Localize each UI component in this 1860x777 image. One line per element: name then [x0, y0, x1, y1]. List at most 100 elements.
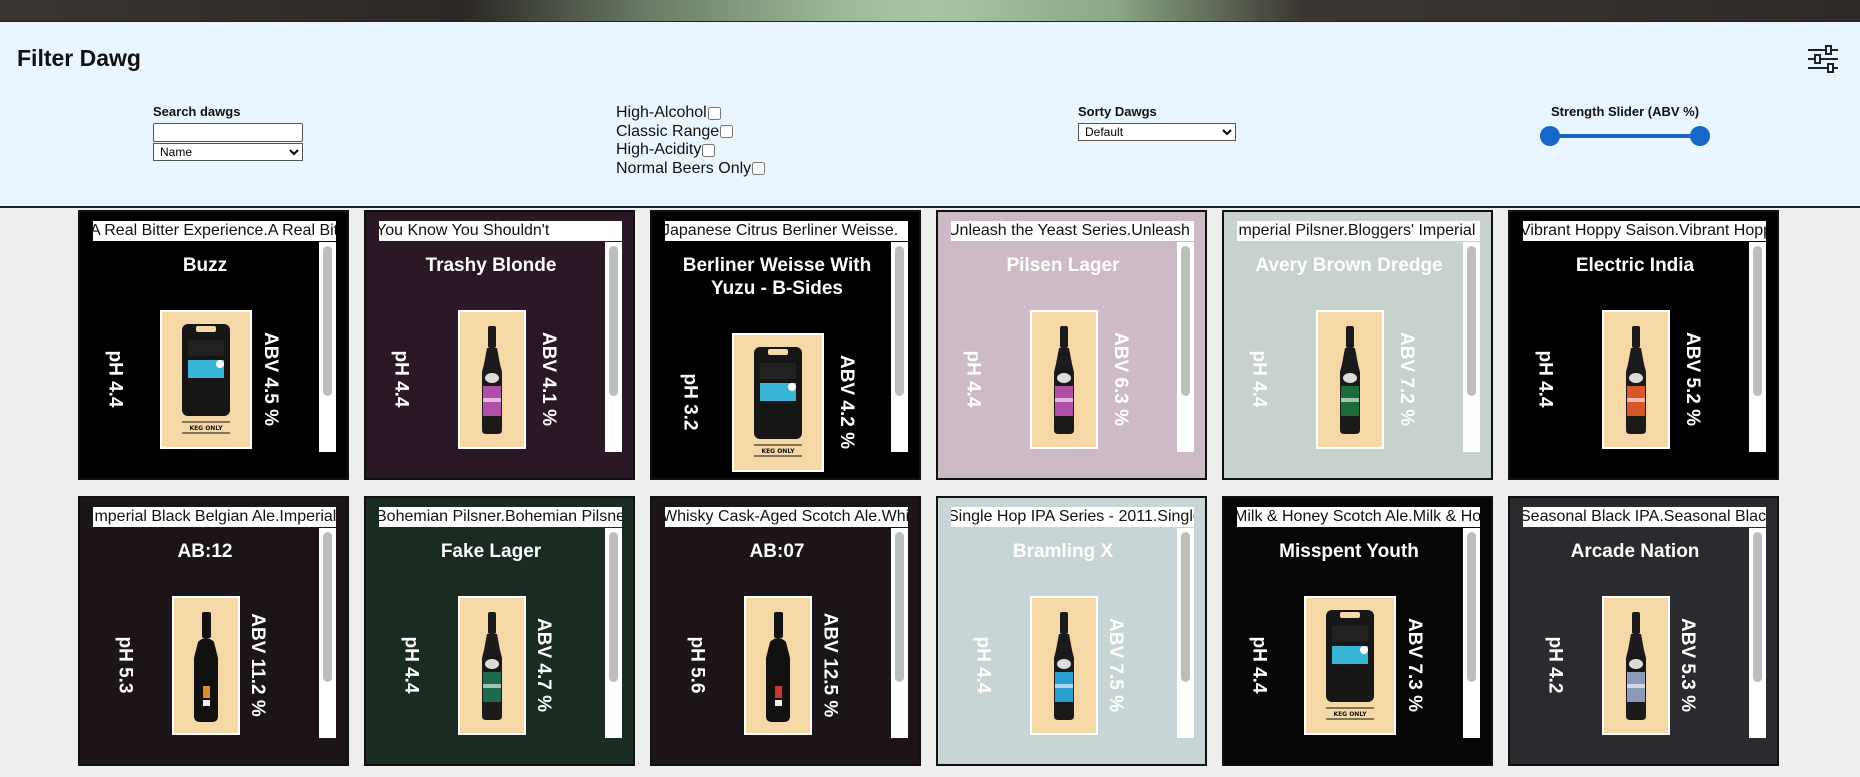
slider-track[interactable]	[1550, 134, 1700, 138]
card-scrollbar[interactable]	[1177, 242, 1194, 452]
scrollbar-thumb[interactable]	[1181, 246, 1190, 396]
beer-tagline-marquee: Bohemian Pilsner.Bohemian Pilsner.	[379, 507, 622, 527]
filter-label: Classic Range	[616, 122, 720, 140]
beer-tagline-marquee: Japanese Citrus Berliner Weisse.	[665, 221, 908, 241]
app-title: Filter Dawg	[17, 45, 141, 71]
keg-only-text: KEG ONLY	[761, 448, 795, 455]
classic-range-checkbox[interactable]	[720, 125, 734, 139]
beer-ph: pH 4.4	[972, 636, 994, 694]
card-scrollbar[interactable]	[605, 528, 622, 738]
beer-abv: ABV 5.3 %	[1676, 618, 1698, 712]
beer-ph: pH 4.4	[962, 350, 984, 408]
hero-banner-image	[0, 0, 1860, 22]
card-scrollbar[interactable]	[319, 242, 336, 452]
beer-ph: pH 4.4	[104, 350, 126, 408]
beer-image	[744, 596, 812, 735]
beer-tagline-marquee: You Know You Shouldn't	[379, 221, 622, 241]
beer-abv: ABV 12.5 %	[818, 612, 840, 718]
scrollbar-thumb[interactable]	[323, 532, 332, 682]
search-input[interactable]	[153, 123, 303, 142]
beer-tagline: Japanese Citrus Berliner Weisse.	[665, 222, 899, 239]
beer-ph: pH 4.4	[390, 350, 412, 408]
scrollbar-thumb[interactable]	[1467, 246, 1476, 396]
scrollbar-thumb[interactable]	[1467, 532, 1476, 682]
card-scrollbar[interactable]	[891, 528, 908, 738]
bottle-icon	[194, 612, 218, 722]
filter-normal-beers: Normal Beers Only	[616, 160, 766, 179]
settings-button[interactable]	[1806, 44, 1840, 74]
search-field-select[interactable]: Name	[153, 143, 303, 161]
beer-tagline: Unleash the Yeast Series.Unleash the Yea…	[951, 222, 1194, 239]
bottle-icon	[1054, 612, 1074, 720]
card-scrollbar[interactable]	[891, 242, 908, 452]
card-scrollbar[interactable]	[1177, 528, 1194, 738]
filter-high-acidity: High-Acidity	[616, 141, 765, 160]
scrollbar-thumb[interactable]	[895, 532, 904, 682]
beer-ph: pH 4.4	[400, 636, 422, 694]
sort-section: Sorty Dawgs Default	[1078, 104, 1236, 141]
high-acidity-checkbox[interactable]	[702, 143, 716, 157]
beer-card[interactable]: Milk & Honey Scotch Ale.Milk & Honey Sco…	[1222, 496, 1493, 766]
scrollbar-thumb[interactable]	[609, 246, 618, 396]
beer-card[interactable]: A Real Bitter Experience.A Real Bitter E…	[78, 210, 349, 480]
keg-only-text: KEG ONLY	[189, 425, 223, 432]
filter-panel: Filter Dawg Search dawgs Name High-Alcoh…	[0, 22, 1860, 208]
bottle-icon	[1054, 326, 1074, 434]
scrollbar-thumb[interactable]	[609, 532, 618, 682]
filter-label: High-Acidity	[616, 141, 702, 158]
beer-tagline-marquee: Vibrant Hoppy Saison.Vibrant Hoppy Saiso…	[1523, 221, 1766, 241]
beer-image	[1602, 596, 1670, 735]
beer-ph: pH 4.4	[1248, 636, 1270, 694]
card-scrollbar[interactable]	[1749, 242, 1766, 452]
beer-card[interactable]: Seasonal Black IPA.Seasonal Black IPA. A…	[1508, 496, 1779, 766]
bottle-icon	[482, 612, 502, 720]
scrollbar-thumb[interactable]	[323, 246, 332, 396]
beer-ph: pH 4.4	[1248, 350, 1270, 408]
card-scrollbar[interactable]	[1463, 528, 1480, 738]
card-scrollbar[interactable]	[1749, 528, 1766, 738]
beer-abv: ABV 6.3 %	[1109, 332, 1131, 426]
sort-select[interactable]: Default	[1078, 123, 1236, 141]
beer-tagline: Single Hop IPA Series - 2011.Single Hop …	[951, 508, 1194, 525]
scrollbar-thumb[interactable]	[895, 246, 904, 396]
beer-tagline: Imperial Pilsner.Bloggers' Imperial Pils…	[1237, 222, 1480, 239]
slider-min-handle[interactable]	[1540, 126, 1560, 146]
beer-abv: ABV 7.3 %	[1403, 618, 1425, 712]
card-scrollbar[interactable]	[605, 242, 622, 452]
beer-name: Buzz	[182, 255, 228, 276]
beer-card[interactable]: Vibrant Hoppy Saison.Vibrant Hoppy Saiso…	[1508, 210, 1779, 480]
beer-image: KEG ONLY	[732, 333, 824, 472]
beer-name: AB:12	[177, 541, 233, 562]
beer-card[interactable]: You Know You Shouldn't Trashy Blonde pH …	[364, 210, 635, 480]
search-label: Search dawgs	[153, 104, 241, 119]
beer-card[interactable]: Unleash the Yeast Series.Unleash the Yea…	[936, 210, 1207, 480]
card-scrollbar[interactable]	[319, 528, 336, 738]
filter-high-alcohol: High-Alcohol	[616, 104, 765, 123]
beer-card[interactable]: Imperial Black Belgian Ale.Imperial Blac…	[78, 496, 349, 766]
card-scrollbar[interactable]	[1463, 242, 1480, 452]
sliders-icon	[1808, 45, 1838, 73]
beer-abv: ABV 4.5 %	[259, 332, 281, 426]
beer-card[interactable]: Bohemian Pilsner.Bohemian Pilsner. Fake …	[364, 496, 635, 766]
bottle-icon	[1626, 326, 1646, 434]
beer-grid: A Real Bitter Experience.A Real Bitter E…	[78, 210, 1781, 777]
scrollbar-thumb[interactable]	[1181, 532, 1190, 682]
beer-card[interactable]: Japanese Citrus Berliner Weisse. Berline…	[650, 210, 921, 480]
normal-beers-only-checkbox[interactable]	[752, 162, 766, 176]
abv-range-slider[interactable]	[1540, 125, 1710, 147]
beer-abv: ABV 4.7 %	[532, 618, 554, 712]
beer-card[interactable]: Imperial Pilsner.Bloggers' Imperial Pils…	[1222, 210, 1493, 480]
beer-tagline-marquee: Imperial Black Belgian Ale.Imperial Blac…	[93, 507, 336, 527]
beer-name: Trashy Blonde	[425, 255, 557, 276]
scrollbar-thumb[interactable]	[1753, 246, 1762, 396]
beer-card[interactable]: Single Hop IPA Series - 2011.Single Hop …	[936, 496, 1207, 766]
filter-checkboxes: High-Alcohol Classic Range High-Acidity …	[616, 104, 766, 179]
scrollbar-thumb[interactable]	[1753, 532, 1762, 682]
slider-max-handle[interactable]	[1690, 126, 1710, 146]
beer-image	[1316, 310, 1384, 449]
beer-tagline: Vibrant Hoppy Saison.Vibrant Hoppy Saiso…	[1523, 222, 1766, 239]
beer-card[interactable]: Whisky Cask-Aged Scotch Ale.Whisky Cask-…	[650, 496, 921, 766]
high-alcohol-checkbox[interactable]	[707, 106, 721, 120]
bottle-icon	[766, 612, 790, 722]
beer-image	[458, 596, 526, 735]
